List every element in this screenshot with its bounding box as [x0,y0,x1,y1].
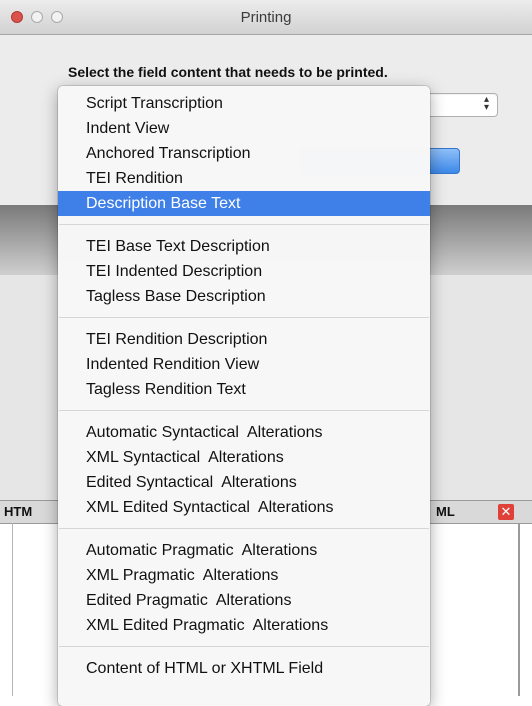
lower-panel-rule [12,523,13,696]
window-title: Printing [240,9,292,26]
lower-panel-right-label: ML [436,504,455,519]
menu-item[interactable]: Edited Syntactical Alterations [58,470,430,495]
menu-item[interactable]: TEI Rendition Description [58,327,430,352]
menu-item[interactable]: XML Edited Syntactical Alterations [58,495,430,520]
menu-separator [59,410,429,411]
title-bar: Printing [0,0,532,35]
menu-separator [59,224,429,225]
close-panel-icon[interactable]: ✕ [498,504,514,520]
menu-item[interactable]: Tagless Rendition Text [58,377,430,402]
menu-item[interactable]: Tagless Base Description [58,284,430,309]
lower-panel-left-label: HTM [4,504,33,519]
menu-item[interactable]: Content of HTML or XHTML Field [58,656,430,681]
menu-item[interactable]: Script Transcription [58,91,430,116]
field-content-menu: Script Transcription Indent View Anchored … [58,86,430,706]
menu-item[interactable]: XML Syntactical Alterations [58,445,430,470]
menu-separator [59,528,429,529]
menu-item[interactable]: Automatic Pragmatic Alterations [58,538,430,563]
popup-arrows-icon: ▴ ▾ [483,94,489,113]
lower-panel-divider [518,523,520,696]
field-content-popup[interactable]: ▴ ▾ [420,93,498,117]
menu-item[interactable]: Indented Rendition View [58,352,430,377]
menu-item[interactable]: Indent View [58,116,430,141]
menu-item[interactable]: XML Pragmatic Alterations [58,563,430,588]
menu-item[interactable]: Anchored Transcription [58,141,430,166]
menu-separator [59,317,429,318]
menu-separator [59,646,429,647]
menu-item[interactable]: TEI Indented Description [58,259,430,284]
menu-item[interactable]: Automatic Syntactical Alterations [58,420,430,445]
menu-item[interactable]: TEI Base Text Description [58,234,430,259]
menu-item[interactable]: Description Base Text [58,191,430,216]
print-prompt-label: Select the field content that needs to b… [68,64,388,80]
menu-item[interactable]: XML Edited Pragmatic Alterations [58,613,430,638]
menu-item[interactable]: TEI Rendition [58,166,430,191]
menu-item[interactable]: Edited Pragmatic Alterations [58,588,430,613]
